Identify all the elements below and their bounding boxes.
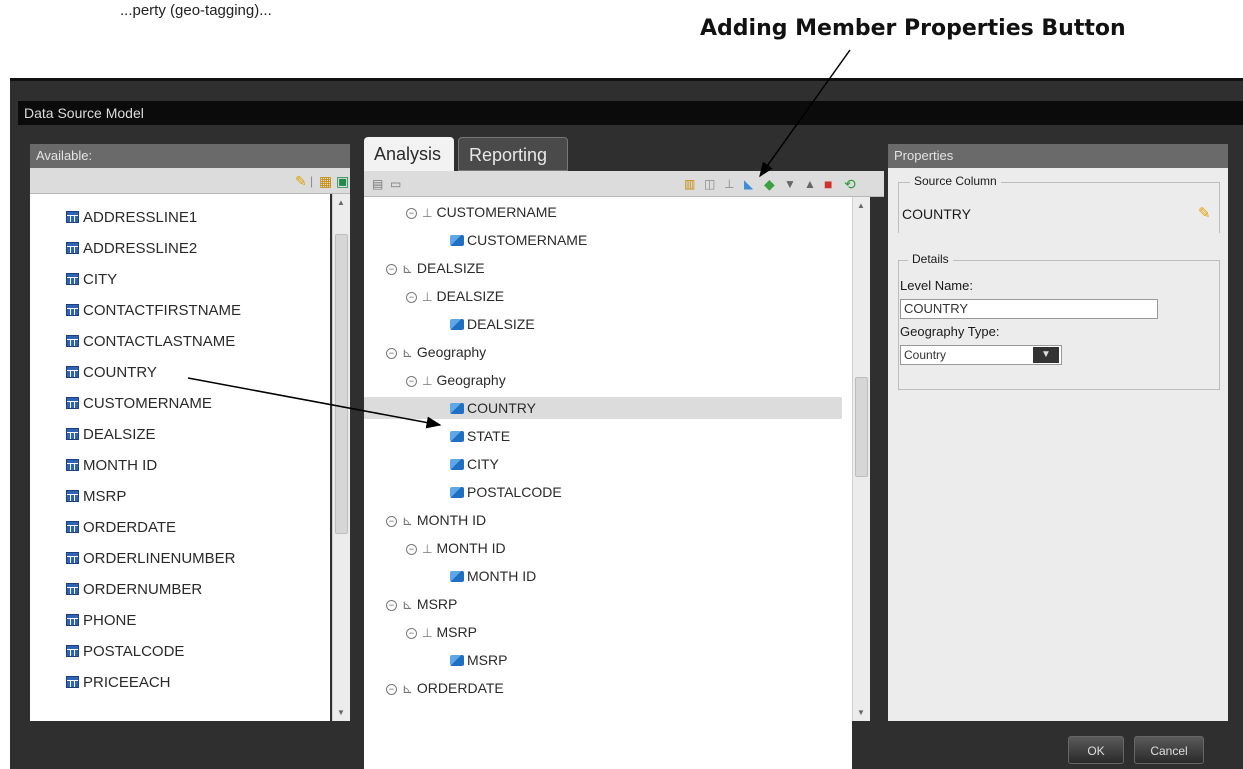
annotation-arrows: [187, 49, 851, 429]
drag-arrow-country: [187, 377, 442, 429]
annotation-arrow-to-button: [759, 49, 851, 178]
